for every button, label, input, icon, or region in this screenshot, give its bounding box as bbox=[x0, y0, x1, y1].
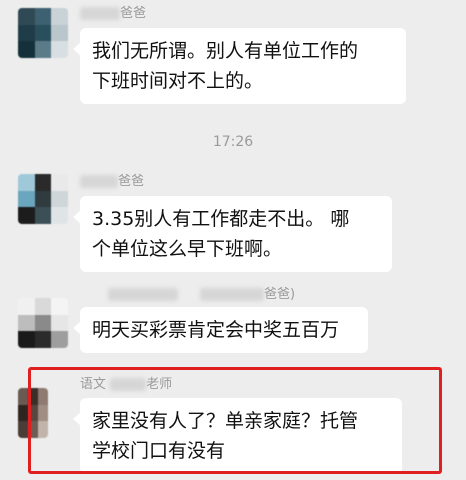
message-bubble[interactable]: 我们无所谓。别人有单位工作的 下班时间对不上的。 bbox=[73, 28, 406, 104]
message-line: 明天买彩票肯定会中奖五百万 bbox=[92, 319, 340, 341]
blurred-name bbox=[108, 288, 178, 301]
sender-name-suffix: 爸爸) bbox=[264, 287, 296, 302]
sender-name: 爸爸 bbox=[80, 170, 144, 189]
message-line: 3.35别人有工作都走不出。 哪 bbox=[92, 208, 350, 230]
timestamp: 17:26 bbox=[212, 134, 254, 150]
sender-name-suffix: 爸爸 bbox=[118, 174, 145, 189]
message-line: 下班时间对不上的。 bbox=[92, 70, 264, 92]
avatar[interactable] bbox=[18, 8, 68, 58]
message-line: 个单位这么早下班啊。 bbox=[92, 238, 283, 260]
highlight-box bbox=[28, 367, 442, 474]
avatar[interactable] bbox=[18, 298, 68, 348]
blurred-name bbox=[200, 288, 264, 301]
blurred-name bbox=[80, 7, 120, 20]
sender-name-suffix: 爸爸 bbox=[120, 6, 147, 21]
sender-name: 爸爸 bbox=[80, 2, 146, 21]
message-bubble[interactable]: 明天买彩票肯定会中奖五百万 bbox=[73, 307, 368, 353]
blurred-name bbox=[80, 175, 118, 188]
sender-name: 爸爸) bbox=[80, 283, 295, 302]
message-bubble[interactable]: 3.35别人有工作都走不出。 哪 个单位这么早下班啊。 bbox=[73, 196, 392, 272]
avatar[interactable] bbox=[18, 174, 68, 224]
message-line: 我们无所谓。别人有单位工作的 bbox=[92, 40, 359, 62]
